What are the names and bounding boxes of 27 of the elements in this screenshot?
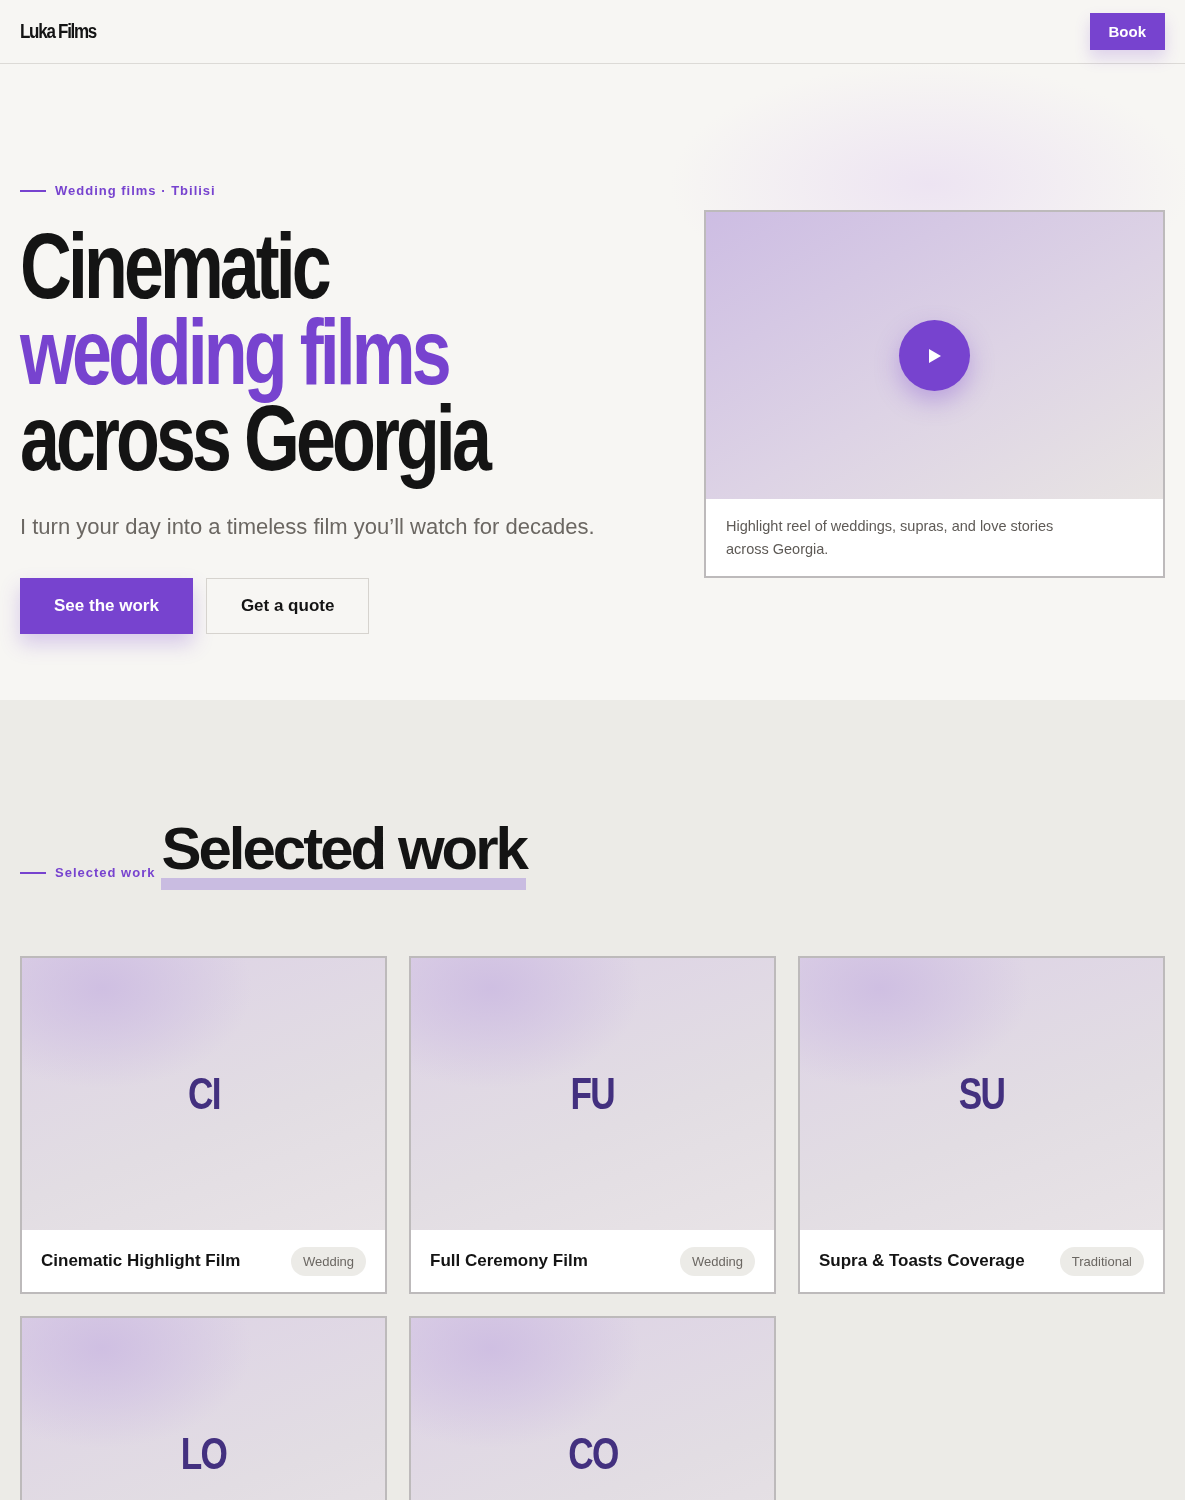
work-card[interactable]: LO <box>20 1316 387 1500</box>
logo[interactable]: Luka Films <box>20 20 97 43</box>
work-card[interactable]: FU Full Ceremony Film Wedding <box>409 956 776 1294</box>
video-caption: Highlight reel of weddings, supras, and love stories across Georgia. <box>725 517 1055 559</box>
card-title: Cinematic Highlight Film <box>41 1251 241 1271</box>
subtitle: I turn your day into a timeless film you’ll watch for decades. <box>20 514 596 540</box>
book-button[interactable]: Book <box>1089 13 1165 50</box>
eyebrow-text: Wedding films · Tbilisi <box>55 183 216 198</box>
play-button[interactable] <box>899 320 970 391</box>
work-card[interactable]: SU Supra & Toasts Coverage Traditional <box>798 956 1165 1294</box>
card-title: Supra & Toasts Coverage <box>819 1251 1025 1271</box>
category-tag: Wedding <box>679 1246 755 1276</box>
work-card[interactable]: CO <box>409 1316 776 1500</box>
card-title: Full Ceremony Film <box>430 1251 588 1271</box>
eyebrow-text: Selected work <box>55 865 156 880</box>
card-initials: SU <box>958 1069 1005 1119</box>
card-initials: CI <box>187 1069 220 1119</box>
headline-line: Cinematic <box>20 214 328 317</box>
card-initials: FU <box>570 1069 615 1119</box>
card-initials: CO <box>567 1429 618 1479</box>
work-card[interactable]: CI Cinematic Highlight Film Wedding <box>20 956 387 1294</box>
category-tag: Wedding <box>290 1246 366 1276</box>
section-title: Selected work <box>161 820 526 890</box>
card-initials: LO <box>180 1429 227 1479</box>
category-tag: Traditional <box>1059 1246 1144 1276</box>
see-work-button[interactable]: See the work <box>20 578 193 634</box>
quote-button[interactable]: Get a quote <box>205 578 370 634</box>
